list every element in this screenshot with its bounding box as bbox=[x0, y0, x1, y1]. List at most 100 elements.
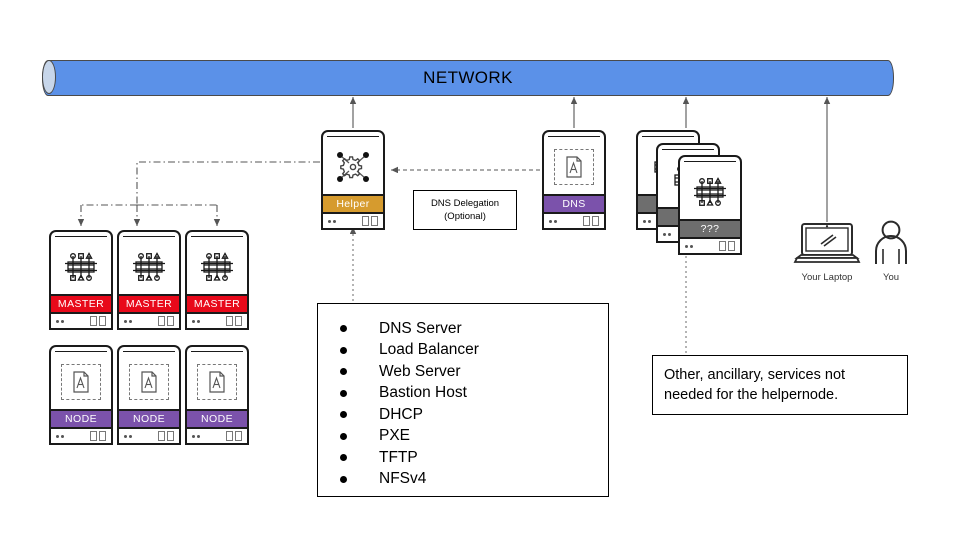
server-top bbox=[636, 130, 700, 139]
drive-bays bbox=[158, 431, 174, 441]
master-band: MASTER bbox=[119, 294, 179, 314]
led-dots bbox=[124, 434, 132, 438]
server-body: MASTER bbox=[49, 239, 113, 330]
server-foot bbox=[680, 239, 740, 253]
services-ul: DNS Server Load Balancer Web Server Bast… bbox=[340, 318, 608, 490]
bullet-icon bbox=[340, 346, 347, 354]
server-foot bbox=[323, 214, 383, 228]
server-top bbox=[185, 230, 249, 239]
network-bar: NETWORK bbox=[42, 60, 894, 96]
worker-node-1[interactable]: NODE bbox=[49, 345, 113, 445]
bullet-icon bbox=[340, 475, 347, 483]
bullet-icon bbox=[340, 432, 347, 440]
server-foot bbox=[119, 314, 179, 328]
led-dots bbox=[328, 219, 336, 223]
service-item: PXE bbox=[340, 426, 608, 448]
server-face bbox=[544, 139, 604, 194]
server-top bbox=[49, 230, 113, 239]
page-icon bbox=[129, 363, 169, 400]
network-cylinder-cap bbox=[42, 60, 56, 94]
led-dots bbox=[124, 319, 132, 323]
laptop-icon bbox=[793, 222, 861, 266]
service-item: DHCP bbox=[340, 404, 608, 426]
server-top bbox=[656, 143, 720, 152]
server-top bbox=[321, 130, 385, 139]
service-item: TFTP bbox=[340, 447, 608, 469]
bullet-icon bbox=[340, 389, 347, 397]
unknown-server-3[interactable]: ??? bbox=[678, 155, 742, 255]
master-band: MASTER bbox=[187, 294, 247, 314]
drive-bays bbox=[719, 241, 735, 251]
person-label: You bbox=[882, 272, 900, 283]
service-label: DHCP bbox=[379, 405, 423, 423]
server-body: MASTER bbox=[117, 239, 181, 330]
led-dots bbox=[685, 244, 693, 248]
drive-bays bbox=[158, 316, 174, 326]
master-server-3[interactable]: MASTER bbox=[185, 230, 249, 330]
unknown-label: ??? bbox=[700, 223, 720, 235]
chip-icon bbox=[129, 250, 169, 284]
server-face bbox=[51, 239, 111, 294]
unknown-band: ??? bbox=[680, 219, 740, 239]
service-label: Web Server bbox=[379, 362, 461, 380]
helper-services-list: DNS Server Load Balancer Web Server Bast… bbox=[317, 303, 609, 497]
bullet-icon bbox=[340, 454, 347, 462]
diagram-canvas: NETWORK MASTER MASTER MASTER NODE NODE N… bbox=[0, 0, 960, 540]
server-top bbox=[185, 345, 249, 354]
master-server-2[interactable]: MASTER bbox=[117, 230, 181, 330]
server-foot bbox=[119, 429, 179, 443]
page-icon bbox=[197, 363, 237, 400]
server-foot bbox=[187, 429, 247, 443]
led-dots bbox=[549, 219, 557, 223]
page-icon bbox=[61, 363, 101, 400]
service-label: Load Balancer bbox=[379, 341, 479, 359]
drive-bays bbox=[90, 431, 106, 441]
ancillary-note-text: Other, ancillary, services not needed fo… bbox=[664, 367, 846, 403]
server-body: NODE bbox=[117, 354, 181, 445]
service-item: DNS Server bbox=[340, 318, 608, 340]
dns-delegation-line2: (Optional) bbox=[444, 211, 486, 222]
bullet-icon bbox=[340, 325, 347, 333]
helper-label: Helper bbox=[336, 198, 370, 210]
node-label: NODE bbox=[201, 413, 233, 425]
server-body: ??? bbox=[678, 164, 742, 255]
server-top bbox=[49, 345, 113, 354]
helper-server[interactable]: Helper bbox=[321, 130, 385, 230]
led-dots bbox=[663, 232, 671, 236]
server-face bbox=[119, 239, 179, 294]
page-icon bbox=[554, 148, 594, 185]
server-face bbox=[323, 139, 383, 194]
worker-node-3[interactable]: NODE bbox=[185, 345, 249, 445]
bullet-icon bbox=[340, 411, 347, 419]
server-top bbox=[542, 130, 606, 139]
drive-bays bbox=[362, 216, 378, 226]
server-face bbox=[187, 239, 247, 294]
chip-icon bbox=[690, 175, 730, 209]
worker-node-2[interactable]: NODE bbox=[117, 345, 181, 445]
led-dots bbox=[192, 434, 200, 438]
server-face bbox=[119, 354, 179, 409]
master-server-1[interactable]: MASTER bbox=[49, 230, 113, 330]
dns-server[interactable]: DNS bbox=[542, 130, 606, 230]
led-dots bbox=[56, 434, 64, 438]
server-foot bbox=[51, 429, 111, 443]
server-face bbox=[680, 164, 740, 219]
server-top bbox=[117, 345, 181, 354]
service-item: Web Server bbox=[340, 361, 608, 383]
chip-icon bbox=[197, 250, 237, 284]
server-body: NODE bbox=[49, 354, 113, 445]
service-item: Load Balancer bbox=[340, 340, 608, 362]
server-foot bbox=[51, 314, 111, 328]
server-face bbox=[51, 354, 111, 409]
drive-bays bbox=[583, 216, 599, 226]
network-label: NETWORK bbox=[423, 68, 513, 87]
node-band: NODE bbox=[119, 409, 179, 429]
server-body: MASTER bbox=[185, 239, 249, 330]
server-top bbox=[117, 230, 181, 239]
service-label: Bastion Host bbox=[379, 384, 467, 402]
dns-label: DNS bbox=[562, 198, 586, 210]
service-label: PXE bbox=[379, 427, 411, 445]
dns-delegation-line1: DNS Delegation bbox=[430, 198, 500, 209]
master-band: MASTER bbox=[51, 294, 111, 314]
drive-bays bbox=[90, 316, 106, 326]
